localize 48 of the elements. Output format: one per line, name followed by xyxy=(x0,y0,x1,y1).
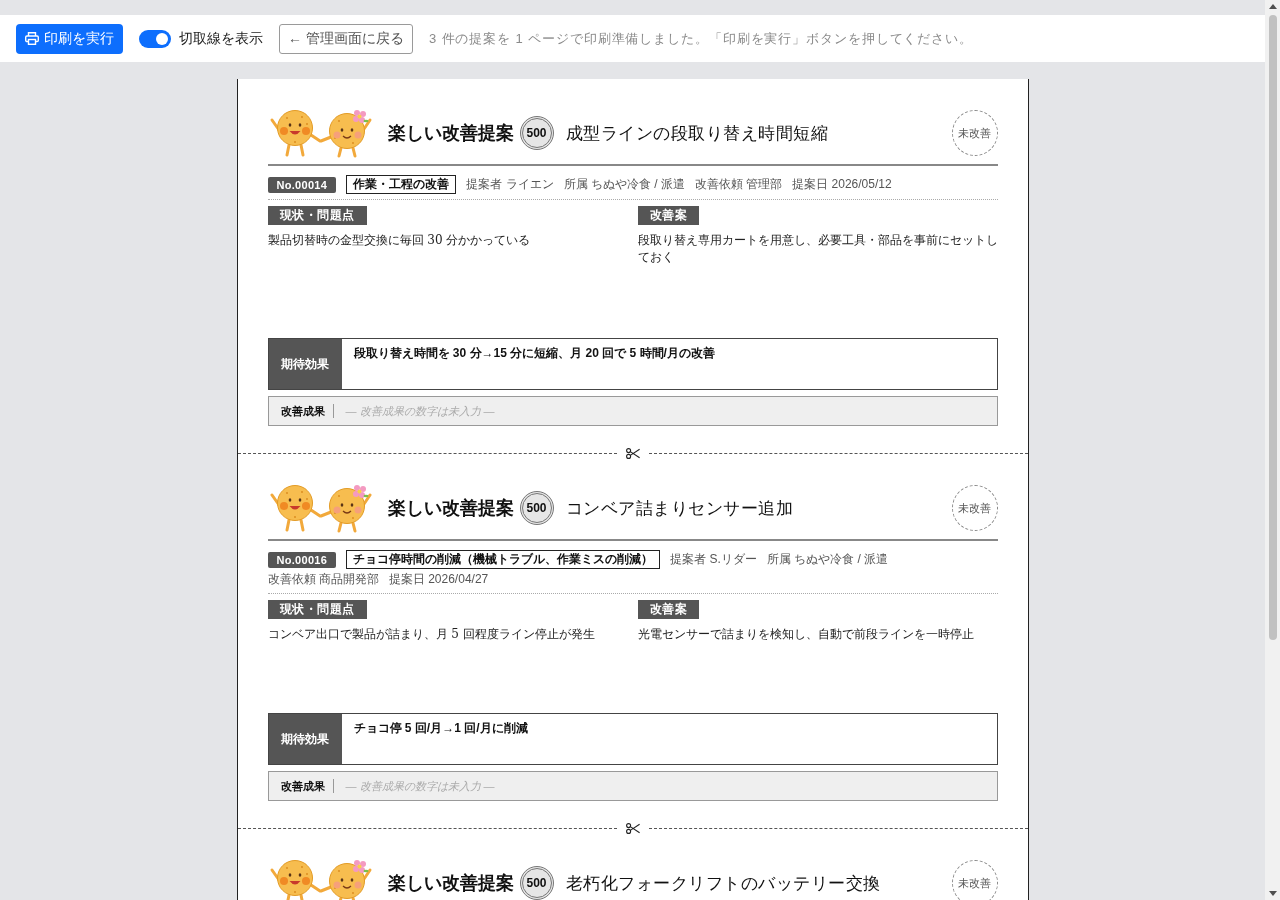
section-label: 現状・問題点 xyxy=(267,600,367,619)
status-message: 3 件の提案を 1 ページで印刷準備しました。「印刷を実行」ボタンを押してください。 xyxy=(428,29,973,48)
back-button[interactable]: ← 管理画面に戻る xyxy=(279,23,413,54)
category-tag: 作業・工程の改善 xyxy=(346,175,457,194)
section-label: 改善案 xyxy=(637,600,699,619)
section-text: 段取り替え専用カートを用意し、必要工具・部品を事前にセットしておく xyxy=(637,232,998,266)
result-empty-note: — 改善成果の数字は未入力 — xyxy=(345,403,495,419)
effect-label: 期待効果 xyxy=(268,714,342,764)
section-text: 光電センサーで詰まりを検知し、自動で前段ラインを一時停止 xyxy=(637,626,974,643)
meta-item: 所属 ちぬや冷食 / 派遣 xyxy=(766,551,889,568)
toggle-label[interactable]: 切取線を表示 xyxy=(179,29,263,48)
section-label: 現状・問題点 xyxy=(267,206,367,225)
meta-item: 提案者 ライエン xyxy=(466,176,554,193)
scissors-icon xyxy=(625,822,640,834)
scroll-up-icon[interactable] xyxy=(1268,4,1277,9)
proposal-number: No.00014 xyxy=(267,176,337,193)
proposal-title: コンベア詰まりセンサー追加 xyxy=(565,496,793,520)
proposal-title: 成型ラインの段取り替え時間短縮 xyxy=(565,121,828,145)
meta-item: 提案者 S.リダー xyxy=(670,551,757,568)
effect-text: チョコ停 5 回/月→1 回/月に削減 xyxy=(352,720,529,737)
effect-label: 期待効果 xyxy=(268,339,342,389)
print-button[interactable]: 印刷を実行 xyxy=(16,23,123,54)
result-label: 改善成果 xyxy=(280,779,334,793)
proposal-title: 老朽化フォークリフトのバッテリー交換 xyxy=(565,871,881,895)
meta-item: 提案日 2026/05/12 xyxy=(792,176,892,193)
points-badge: 500 xyxy=(519,116,554,150)
meta-item: 提案日 2026/04/27 xyxy=(388,571,489,588)
result-empty-note: — 改善成果の数字は未入力 — xyxy=(345,778,495,794)
points-badge: 500 xyxy=(519,866,554,900)
meta-item: 改善依頼 管理部 xyxy=(694,176,783,193)
proposal-number: No.00016 xyxy=(267,551,337,568)
points-badge: 500 xyxy=(519,491,554,525)
section-label: 改善案 xyxy=(637,206,699,225)
result-label: 改善成果 xyxy=(280,404,334,418)
effect-text: 段取り替え時間を 30 分→15 分に短縮、月 20 回で 5 時間/月の改善 xyxy=(352,345,716,362)
meta-item: 所属 ちぬや冷食 / 派遣 xyxy=(563,176,685,193)
printer-icon xyxy=(25,32,39,45)
sheet-heading: 楽しい改善提案 xyxy=(387,872,514,895)
sheet-heading: 楽しい改善提案 xyxy=(387,122,514,145)
sheet-heading: 楽しい改善提案 xyxy=(387,497,514,520)
section-text: 製品切替時の金型交換に毎回 30 分かかっている xyxy=(267,232,531,249)
meta-item: 改善依頼 商品開発部 xyxy=(267,571,379,588)
section-text: コンベア出口で製品が詰まり、月 5 回程度ライン停止が発生 xyxy=(267,626,595,643)
category-tag: チョコ停時間の削減（機械トラブル、作業ミスの削減） xyxy=(346,550,661,569)
scroll-down-icon[interactable] xyxy=(1268,891,1277,896)
scrollbar-thumb[interactable] xyxy=(1268,15,1277,640)
toggle-switch[interactable] xyxy=(139,29,171,48)
scissors-icon xyxy=(625,447,640,459)
